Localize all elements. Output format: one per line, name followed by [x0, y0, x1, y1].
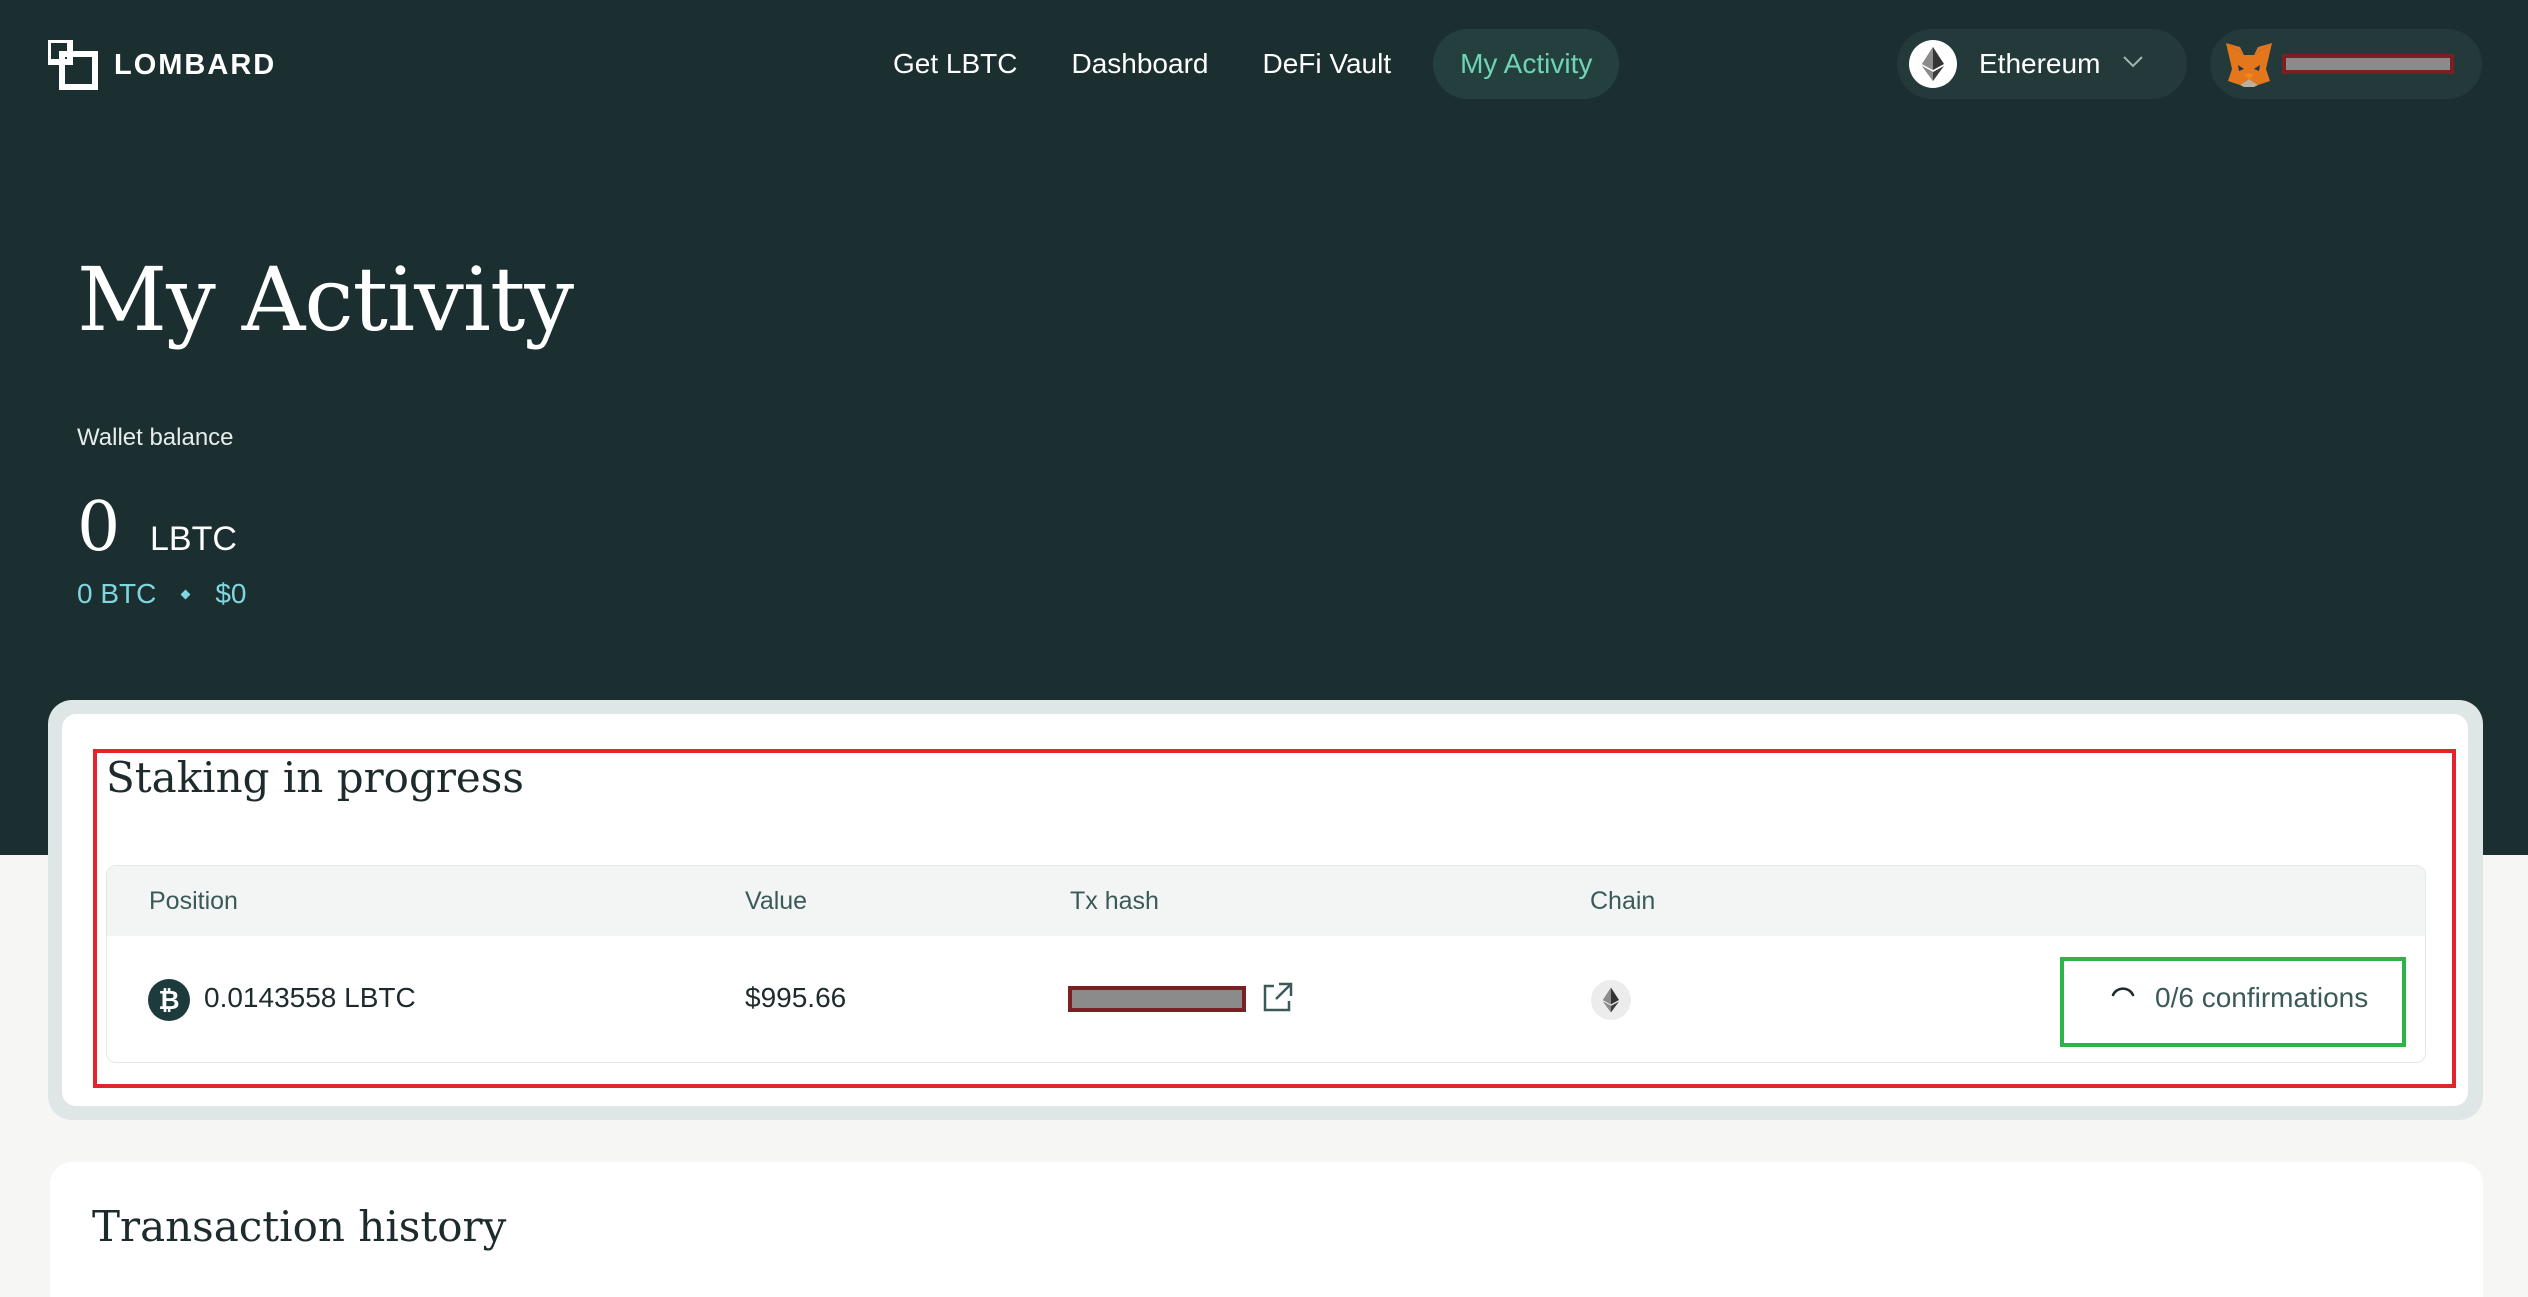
external-link-icon[interactable] [1259, 980, 1295, 1021]
column-value: Value [745, 887, 808, 915]
nav-my-activity[interactable]: My Activity [1433, 29, 1620, 99]
staking-title: Staking in progress [106, 753, 524, 802]
loading-spinner-icon [2108, 983, 2138, 1018]
chain-selector[interactable]: Ethereum [1897, 29, 2187, 99]
svg-text:₿: ₿ [158, 986, 179, 1016]
position-value: $995.66 [745, 982, 847, 1013]
nav-defi-vault[interactable]: DeFi Vault [1235, 29, 1418, 99]
wallet-balance-label: Wallet balance [77, 424, 234, 451]
ethereum-icon [1909, 40, 1957, 88]
table-header: Position Value Tx hash Chain [107, 866, 2425, 936]
tx-hash-redacted[interactable] [1068, 986, 1246, 1012]
lombard-logo-icon [45, 37, 98, 90]
metamask-fox-icon [2224, 41, 2274, 87]
column-position: Position [149, 887, 238, 915]
nav-dashboard[interactable]: Dashboard [1044, 29, 1235, 99]
wallet-balance-unit: LBTC [150, 520, 237, 558]
top-nav: LOMBARD Get LBTC Dashboard DeFi Vault My… [0, 0, 2528, 130]
balance-usd: $0 [215, 578, 247, 609]
column-tx-hash: Tx hash [1070, 887, 1159, 915]
bitcoin-icon: ₿ [148, 979, 190, 1021]
separator-dot [180, 589, 191, 599]
confirmation-status: 0/6 confirmations [2155, 982, 2369, 1013]
nav-get-lbtc[interactable]: Get LBTC [866, 29, 1044, 99]
brand-name: LOMBARD [114, 48, 277, 81]
column-chain: Chain [1590, 887, 1656, 915]
chain-label: Ethereum [1979, 48, 2101, 79]
wallet-balance-conversion: 0 BTC $0 [77, 578, 247, 610]
position-amount: 0.0143558 LBTC [204, 982, 416, 1013]
chevron-down-icon [2122, 55, 2144, 74]
wallet-address-redacted [2282, 54, 2454, 74]
balance-btc: 0 BTC [77, 578, 157, 609]
transaction-history-title: Transaction history [92, 1202, 507, 1251]
wallet-balance-amount: 0 [77, 488, 121, 567]
lombard-logo[interactable]: LOMBARD [45, 37, 277, 90]
chain-ethereum-icon [1591, 980, 1631, 1020]
wallet-button[interactable] [2210, 29, 2482, 99]
page-title: My Activity [77, 248, 574, 351]
main-nav: Get LBTC Dashboard DeFi Vault My Activit… [866, 29, 1620, 99]
